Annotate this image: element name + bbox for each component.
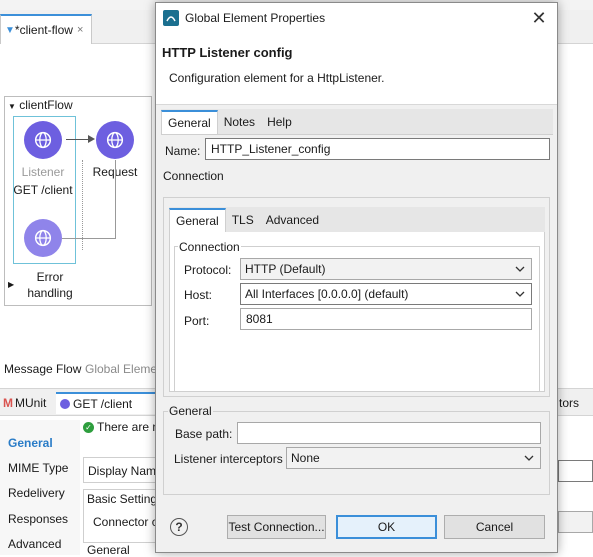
- help-icon[interactable]: ?: [170, 518, 188, 536]
- tab-notes[interactable]: Notes: [218, 110, 261, 134]
- sidebar-item-general[interactable]: General: [8, 436, 53, 450]
- protocol-label: Protocol:: [184, 263, 232, 277]
- editor-tab-client-flow[interactable]: ▼ *client-flow ×: [0, 14, 92, 44]
- return-line: [115, 160, 116, 238]
- basic-settings-label: Basic Setting: [87, 492, 158, 506]
- tab-global-elements[interactable]: Global Eleme: [85, 362, 157, 376]
- sidebar-item-advanced[interactable]: Advanced: [8, 537, 61, 551]
- listener-label: Listener: [21, 165, 65, 179]
- check-circle-icon: ✓: [83, 421, 94, 433]
- base-path-label: Base path:: [175, 427, 233, 441]
- chevron-down-icon: [515, 291, 525, 297]
- host-value: All Interfaces [0.0.0.0] (default): [245, 287, 409, 301]
- listener-path: GET /client: [13, 183, 73, 197]
- host-select[interactable]: All Interfaces [0.0.0.0] (default): [240, 283, 532, 305]
- protocol-value: HTTP (Default): [245, 262, 326, 276]
- status-message: ✓ There are n: [83, 420, 159, 434]
- chevron-down-icon: [524, 455, 534, 461]
- tab-general[interactable]: General: [161, 110, 218, 134]
- inner-tabbar: General TLS Advanced: [169, 207, 545, 233]
- globe-icon: [106, 131, 124, 149]
- cancel-button[interactable]: Cancel: [444, 515, 545, 539]
- dialog-titlebar: Global Element Properties ✕: [156, 3, 557, 33]
- listener-interceptors-select[interactable]: None: [286, 447, 541, 469]
- tab-message-flow[interactable]: Message Flow: [4, 362, 81, 376]
- tab-help[interactable]: Help: [261, 110, 298, 134]
- ok-button[interactable]: OK: [336, 515, 437, 539]
- globe-small-icon: [60, 399, 70, 409]
- connection-section-label: Connection: [163, 169, 224, 183]
- tab-get-client[interactable]: GET /client: [56, 392, 155, 414]
- connector-config-label: Connector c: [93, 515, 158, 529]
- anypoint-studio-icon: [163, 10, 179, 26]
- sidebar-item-mime-type[interactable]: MIME Type: [8, 461, 68, 475]
- connector-config-combo[interactable]: [558, 511, 593, 533]
- error-handling-label-1: Error: [36, 270, 64, 284]
- close-icon[interactable]: ✕: [529, 8, 549, 28]
- tab-connection-general[interactable]: General: [169, 208, 226, 232]
- listener-node-icon[interactable]: [24, 121, 62, 159]
- dialog-title: Global Element Properties: [185, 11, 326, 25]
- dialog-header: HTTP Listener config Configuration eleme…: [156, 33, 557, 105]
- tab-advanced[interactable]: Advanced: [260, 208, 325, 232]
- general-group-label: General: [168, 404, 213, 418]
- config-description: Configuration element for a HttpListener…: [169, 71, 385, 85]
- display-name-label: Display Nam: [83, 457, 163, 483]
- tab-partial[interactable]: tors: [559, 392, 579, 414]
- collapse-triangle-icon[interactable]: ▼: [8, 102, 16, 111]
- close-icon[interactable]: ×: [77, 24, 83, 36]
- sidebar-item-redelivery[interactable]: Redelivery: [8, 486, 65, 500]
- mule-file-icon: ▼: [5, 24, 15, 36]
- request-node-icon[interactable]: [96, 121, 134, 159]
- config-title: HTTP Listener config: [162, 45, 293, 60]
- globe-icon: [34, 229, 52, 247]
- sidebar-item-responses[interactable]: Responses: [8, 512, 68, 526]
- outer-tabbar: General Notes Help: [161, 109, 553, 135]
- flow-title[interactable]: ▼ clientFlow: [8, 98, 73, 112]
- connection-group-label: Connection: [178, 240, 241, 254]
- port-field[interactable]: 8081: [240, 308, 532, 330]
- return-line: [62, 238, 116, 239]
- tab-tls[interactable]: TLS: [226, 208, 260, 232]
- port-label: Port:: [184, 314, 210, 328]
- global-element-properties-dialog: Global Element Properties ✕ HTTP Listene…: [155, 2, 558, 553]
- base-path-field[interactable]: [237, 422, 541, 444]
- dotted-connector: [82, 160, 83, 250]
- flow-arrow-head: [88, 135, 95, 143]
- munit-icon: M: [3, 396, 13, 410]
- test-connection-button[interactable]: Test Connection...: [227, 515, 326, 539]
- error-handling-label-2: handling: [27, 286, 73, 300]
- tab-munit[interactable]: M MUnit: [3, 392, 46, 414]
- listener-interceptors-value: None: [291, 451, 320, 465]
- chevron-down-icon: [515, 266, 525, 272]
- globe-icon: [34, 131, 52, 149]
- display-name-field[interactable]: [558, 460, 593, 482]
- name-label: Name:: [165, 144, 201, 158]
- response-node-icon[interactable]: [24, 219, 62, 257]
- protocol-select[interactable]: HTTP (Default): [240, 258, 532, 280]
- listener-interceptors-label: Listener interceptors: [174, 452, 283, 466]
- editor-tab-label: *client-flow: [14, 23, 73, 37]
- host-label: Host:: [184, 288, 213, 302]
- name-field[interactable]: HTTP_Listener_config: [205, 138, 550, 160]
